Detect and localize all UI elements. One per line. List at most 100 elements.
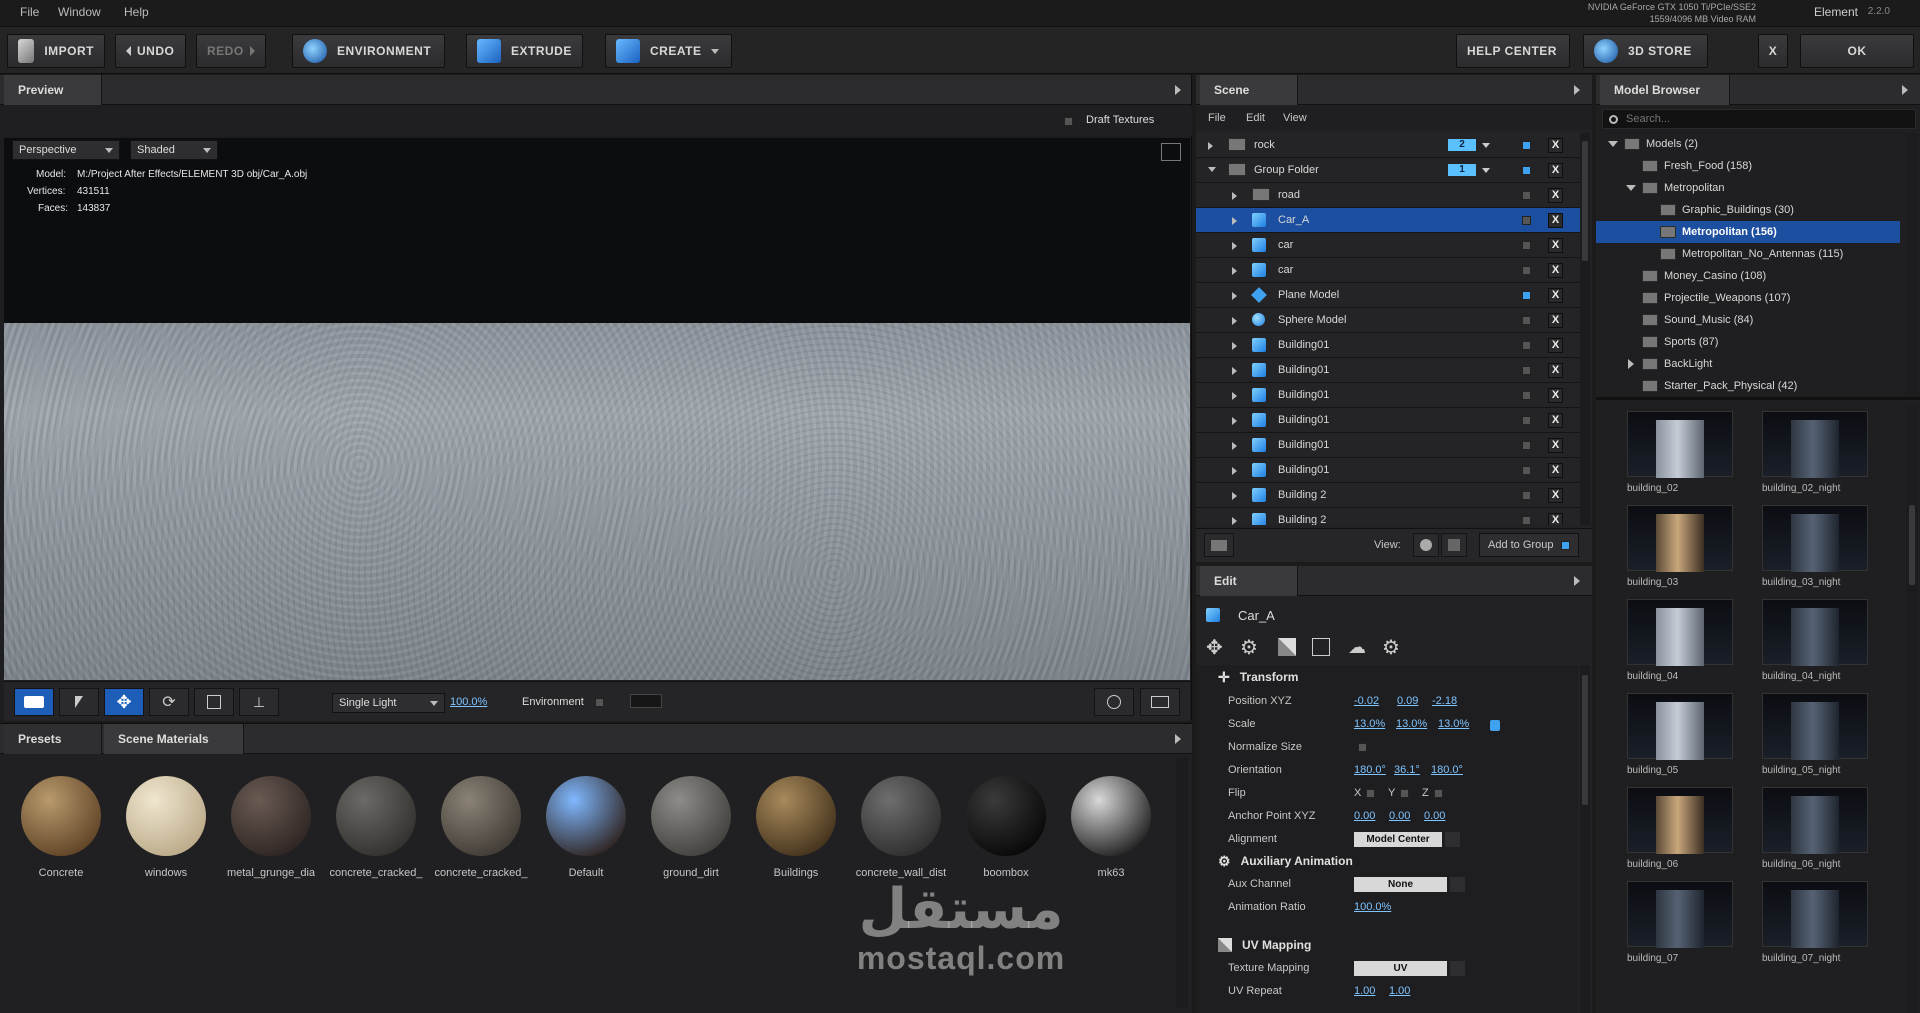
expand-arrow-icon[interactable] [1232,442,1237,450]
expand-arrow-icon[interactable] [1232,342,1237,350]
anchor-y[interactable]: 0.00 [1389,810,1410,822]
uv-section-header[interactable]: UV Mapping [1196,933,1574,957]
scene-menu-file[interactable]: File [1208,112,1226,124]
expand-arrow-icon[interactable] [1232,267,1237,275]
panel-arrow-icon[interactable] [1574,85,1580,95]
delete-icon[interactable]: X [1548,138,1563,153]
scale-y[interactable]: 13.0% [1396,718,1427,730]
orientation-x[interactable]: 180.0° [1354,764,1386,776]
checker-icon[interactable] [1278,638,1296,656]
position-x[interactable]: -0.02 [1354,695,1379,707]
model-thumbnail[interactable] [1627,599,1733,666]
panel-arrow-icon[interactable] [1574,576,1580,586]
menu-window[interactable]: Window [58,5,101,19]
transform-tab-icon[interactable]: ✥ [1206,635,1223,660]
scene-menu-edit[interactable]: Edit [1246,112,1265,124]
tree-item[interactable]: Metropolitan (156) [1596,221,1900,243]
material-sphere[interactable] [441,776,521,856]
tree-item[interactable]: BackLight [1596,353,1900,375]
expand-arrow-icon[interactable] [1232,392,1237,400]
edit-scrollbar[interactable] [1580,665,1590,1013]
menu-help[interactable]: Help [124,5,149,19]
camera-mode-dropdown[interactable]: Perspective [12,140,120,160]
model-thumbnail[interactable] [1627,881,1733,948]
flip-z-checkbox[interactable] [1434,789,1443,798]
tree-item[interactable]: Graphic_Buildings (30) [1596,199,1900,221]
model-thumbnail[interactable] [1627,411,1733,478]
scene-row[interactable]: rock 2 X [1196,133,1590,158]
material-sphere[interactable] [756,776,836,856]
position-z[interactable]: -2.18 [1432,695,1457,707]
expand-arrow-icon[interactable] [1232,367,1237,375]
visibility-checkbox[interactable] [1522,266,1531,275]
menu-file[interactable]: File [20,5,39,19]
delete-icon[interactable]: X [1548,288,1563,303]
add-to-group-checkbox[interactable] [1561,540,1571,550]
tree-item[interactable]: Starter_Pack_Physical (42) [1596,375,1900,395]
model-thumbnail[interactable] [1762,505,1868,572]
position-y[interactable]: 0.09 [1397,695,1418,707]
edit-scroll-thumb[interactable] [1582,675,1588,805]
visibility-checkbox[interactable] [1522,191,1531,200]
uv-repeat-u[interactable]: 1.00 [1354,985,1375,997]
deform-icon[interactable]: ☁ [1348,637,1366,658]
delete-icon[interactable]: X [1548,363,1563,378]
tree-item[interactable]: Metropolitan [1596,177,1900,199]
scene-row[interactable]: Building01 X [1196,333,1590,358]
expand-arrow-icon[interactable] [1208,167,1216,172]
scale-tool-icon[interactable] [194,688,234,716]
create-button[interactable]: CREATE [605,34,732,68]
camera-tool-icon[interactable] [14,688,54,716]
orientation-z[interactable]: 180.0° [1431,764,1463,776]
search-field[interactable] [1602,109,1916,129]
tree-scrollbar[interactable] [1906,133,1918,395]
environment-button[interactable]: ENVIRONMENT [292,34,445,68]
anchor-x[interactable]: 0.00 [1354,810,1375,822]
material-sphere[interactable] [861,776,941,856]
uv-layout-icon[interactable] [1312,638,1330,656]
visibility-checkbox[interactable] [1522,491,1531,500]
scene-row[interactable]: car X [1196,233,1590,258]
expand-arrow-icon[interactable] [1232,242,1237,250]
delete-icon[interactable]: X [1548,388,1563,403]
delete-icon[interactable]: X [1548,213,1563,228]
delete-icon[interactable]: X [1548,413,1563,428]
visibility-checkbox[interactable] [1522,366,1531,375]
tab-scene[interactable]: Scene [1200,75,1298,105]
expand-arrow-icon[interactable] [1232,467,1237,475]
presets-scrollbar[interactable] [1176,758,1188,1008]
tree-item[interactable]: Projectile_Weapons (107) [1596,287,1900,309]
tree-collapse-icon[interactable] [1628,359,1634,369]
texture-mapping-select[interactable]: UV [1354,961,1465,976]
delete-icon[interactable]: X [1548,238,1563,253]
model-thumbnail[interactable] [1762,693,1868,760]
tab-model-browser[interactable]: Model Browser [1600,75,1730,105]
scene-scroll-thumb[interactable] [1582,141,1588,261]
monitor-icon[interactable] [1140,688,1180,716]
orientation-y[interactable]: 36.1° [1394,764,1420,776]
visibility-checkbox[interactable] [1522,341,1531,350]
delete-icon[interactable]: X [1548,313,1563,328]
material-sphere[interactable] [336,776,416,856]
3d-store-button[interactable]: 3D STORE [1583,34,1708,68]
scene-row[interactable]: Sphere Model X [1196,308,1590,333]
tree-item[interactable]: Sports (87) [1596,331,1900,353]
tab-edit[interactable]: Edit [1200,566,1298,596]
tree-expand-icon[interactable] [1626,185,1636,191]
scene-row[interactable]: Building01 X [1196,358,1590,383]
material-sphere[interactable] [1071,776,1151,856]
panel-arrow-icon[interactable] [1175,734,1181,744]
expand-arrow-icon[interactable] [1232,517,1237,525]
import-button[interactable]: IMPORT [7,34,105,68]
visibility-checkbox[interactable] [1522,166,1531,175]
scene-row[interactable]: road X [1196,183,1590,208]
uv-repeat-v[interactable]: 1.00 [1389,985,1410,997]
aux-channel-select[interactable]: None [1354,877,1465,892]
instance-count-badge[interactable]: 1 [1448,164,1476,176]
help-center-button[interactable]: HELP CENTER [1456,34,1570,68]
material-sphere[interactable] [126,776,206,856]
maximize-icon[interactable] [1161,143,1181,161]
visibility-checkbox[interactable] [1522,466,1531,475]
close-button[interactable]: X [1758,34,1788,68]
view-grid-icon[interactable] [1441,533,1467,557]
